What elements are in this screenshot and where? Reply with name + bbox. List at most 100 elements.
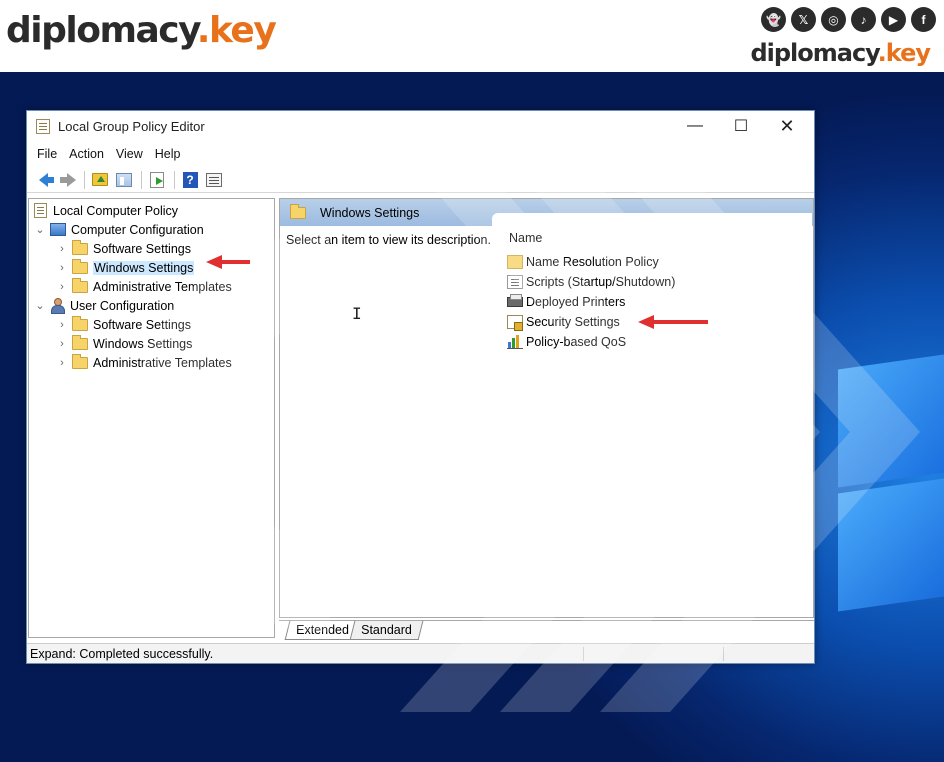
chevron-down-icon[interactable]: ⌄ bbox=[34, 299, 46, 312]
back-button[interactable] bbox=[32, 169, 54, 191]
list-item-scripts[interactable]: Scripts (Startup/Shutdown) bbox=[507, 272, 675, 291]
brand-banner: diplomacy.key 👻 𝕏 ◎ ♪ ▶ f diplomacy.key bbox=[0, 0, 944, 72]
tab-standard[interactable]: Standard bbox=[349, 621, 424, 640]
back-icon bbox=[38, 172, 54, 187]
logo-dot: . bbox=[877, 39, 887, 67]
script-icon bbox=[507, 274, 523, 289]
tree-item-label: Administrative Templates bbox=[93, 355, 232, 370]
minimize-button[interactable]: — bbox=[672, 111, 718, 141]
folder-icon bbox=[72, 315, 88, 331]
status-bar: Expand: Completed successfully. bbox=[27, 643, 814, 663]
desktop-background: Local Group Policy Editor — ☐ ✕ File Act… bbox=[0, 72, 944, 762]
description-text: Select an item to view its description. bbox=[286, 233, 491, 247]
list-item-label: Policy-based QoS bbox=[526, 334, 627, 349]
logo-word: diplomacy bbox=[750, 39, 878, 67]
printer-icon bbox=[507, 293, 523, 307]
list-item-label: Name Resolution Policy bbox=[526, 254, 659, 269]
group-policy-editor-window: Local Group Policy Editor — ☐ ✕ File Act… bbox=[26, 110, 815, 664]
chevron-right-icon[interactable]: › bbox=[56, 319, 68, 331]
facebook-icon: f bbox=[911, 7, 936, 32]
chevron-right-icon[interactable]: › bbox=[56, 338, 68, 350]
chevron-right-icon[interactable]: › bbox=[56, 262, 68, 274]
folder-icon bbox=[72, 334, 88, 350]
view-button[interactable] bbox=[203, 169, 225, 191]
snapchat-icon: 👻 bbox=[761, 7, 786, 32]
logo-suffix: key bbox=[885, 39, 931, 67]
chevron-down-icon[interactable]: ⌄ bbox=[34, 223, 46, 236]
tree-item-label: Local Computer Policy bbox=[53, 203, 179, 218]
menu-action[interactable]: Action bbox=[65, 147, 112, 161]
menu-bar: File Action View Help bbox=[27, 143, 814, 165]
forward-button[interactable] bbox=[56, 169, 78, 191]
tree-item-computer-software-settings[interactable]: › Software Settings bbox=[56, 239, 191, 258]
security-settings-icon bbox=[507, 314, 523, 331]
folder-icon bbox=[507, 254, 523, 269]
toolbar: ? bbox=[27, 167, 814, 193]
status-separator bbox=[723, 647, 724, 661]
column-header-name[interactable]: Name bbox=[509, 231, 542, 245]
tree-item-user-administrative-templates[interactable]: › Administrative Templates bbox=[56, 353, 232, 372]
bar-chart-icon bbox=[507, 334, 523, 349]
view-icon bbox=[206, 172, 222, 187]
tree-item-label: Windows Settings bbox=[93, 336, 193, 351]
policy-icon bbox=[34, 203, 47, 218]
details-title: Windows Settings bbox=[320, 205, 420, 220]
list-item-label: Scripts (Startup/Shutdown) bbox=[526, 274, 676, 289]
tree-item-computer-administrative-templates[interactable]: › Administrative Templates bbox=[56, 277, 232, 296]
console-tree[interactable]: Local Computer Policy ⌄ Computer Configu… bbox=[28, 198, 275, 638]
chevron-right-icon[interactable]: › bbox=[56, 357, 68, 369]
menu-view[interactable]: View bbox=[112, 147, 151, 161]
tree-item-user-windows-settings[interactable]: › Windows Settings bbox=[56, 334, 192, 353]
x-icon: 𝕏 bbox=[791, 7, 816, 32]
brand-logo: diplomacy.key bbox=[6, 4, 277, 58]
tab-label: Extended bbox=[296, 623, 349, 637]
chevron-right-icon[interactable]: › bbox=[56, 281, 68, 293]
windows-logo bbox=[804, 354, 944, 612]
close-button[interactable]: ✕ bbox=[764, 111, 810, 141]
tree-item-computer-windows-settings[interactable]: › Windows Settings bbox=[56, 258, 195, 277]
tree-item-label: Computer Configuration bbox=[71, 222, 204, 237]
toolbar-separator bbox=[174, 170, 175, 189]
annotation-arrow bbox=[206, 255, 250, 269]
menu-help[interactable]: Help bbox=[151, 147, 189, 161]
up-one-level-button[interactable] bbox=[89, 169, 111, 191]
help-icon: ? bbox=[182, 171, 198, 188]
tiktok-icon: ♪ bbox=[851, 7, 876, 32]
annotation-arrow bbox=[638, 315, 708, 329]
tree-item-local-computer-policy[interactable]: Local Computer Policy bbox=[34, 201, 178, 220]
toolbar-separator bbox=[84, 170, 85, 189]
show-hide-tree-button[interactable] bbox=[113, 169, 135, 191]
tree-item-computer-configuration[interactable]: ⌄ Computer Configuration bbox=[34, 220, 204, 239]
tab-label: Standard bbox=[361, 623, 412, 637]
list-item-security-settings[interactable]: Security Settings bbox=[507, 312, 620, 331]
folder-icon bbox=[72, 258, 88, 274]
title-bar[interactable]: Local Group Policy Editor — ☐ ✕ bbox=[27, 111, 814, 141]
user-icon bbox=[50, 298, 65, 314]
instagram-icon: ◎ bbox=[821, 7, 846, 32]
tab-extended[interactable]: Extended bbox=[284, 621, 361, 640]
tree-item-label: User Configuration bbox=[70, 298, 175, 313]
folder-icon bbox=[72, 277, 88, 293]
folder-icon bbox=[72, 239, 88, 255]
brand-logo-small: diplomacy.key bbox=[750, 38, 931, 68]
menu-file[interactable]: File bbox=[33, 147, 65, 161]
logo-suffix: key bbox=[208, 10, 277, 51]
window-title: Local Group Policy Editor bbox=[58, 118, 205, 134]
list-item-name-resolution-policy[interactable]: Name Resolution Policy bbox=[507, 252, 659, 271]
list-item-label: Deployed Printers bbox=[526, 294, 626, 309]
items-list[interactable]: Name Name Resolution Policy Scripts (Sta… bbox=[492, 213, 812, 363]
chevron-right-icon[interactable]: › bbox=[56, 243, 68, 255]
help-button[interactable]: ? bbox=[179, 169, 201, 191]
status-text: Expand: Completed successfully. bbox=[30, 646, 214, 661]
computer-icon bbox=[50, 223, 66, 236]
tree-item-user-configuration[interactable]: ⌄ User Configuration bbox=[34, 296, 174, 315]
policy-editor-icon bbox=[36, 118, 50, 134]
tree-item-user-software-settings[interactable]: › Software Settings bbox=[56, 315, 191, 334]
details-pane: Windows Settings Select an item to view … bbox=[279, 198, 814, 618]
view-tabs: Extended Standard bbox=[279, 620, 814, 640]
list-item-policy-based-qos[interactable]: Policy-based QoS bbox=[507, 332, 626, 351]
list-item-deployed-printers[interactable]: Deployed Printers bbox=[507, 292, 625, 311]
export-list-button[interactable] bbox=[146, 169, 168, 191]
maximize-button[interactable]: ☐ bbox=[718, 111, 764, 141]
folder-icon bbox=[290, 203, 306, 219]
